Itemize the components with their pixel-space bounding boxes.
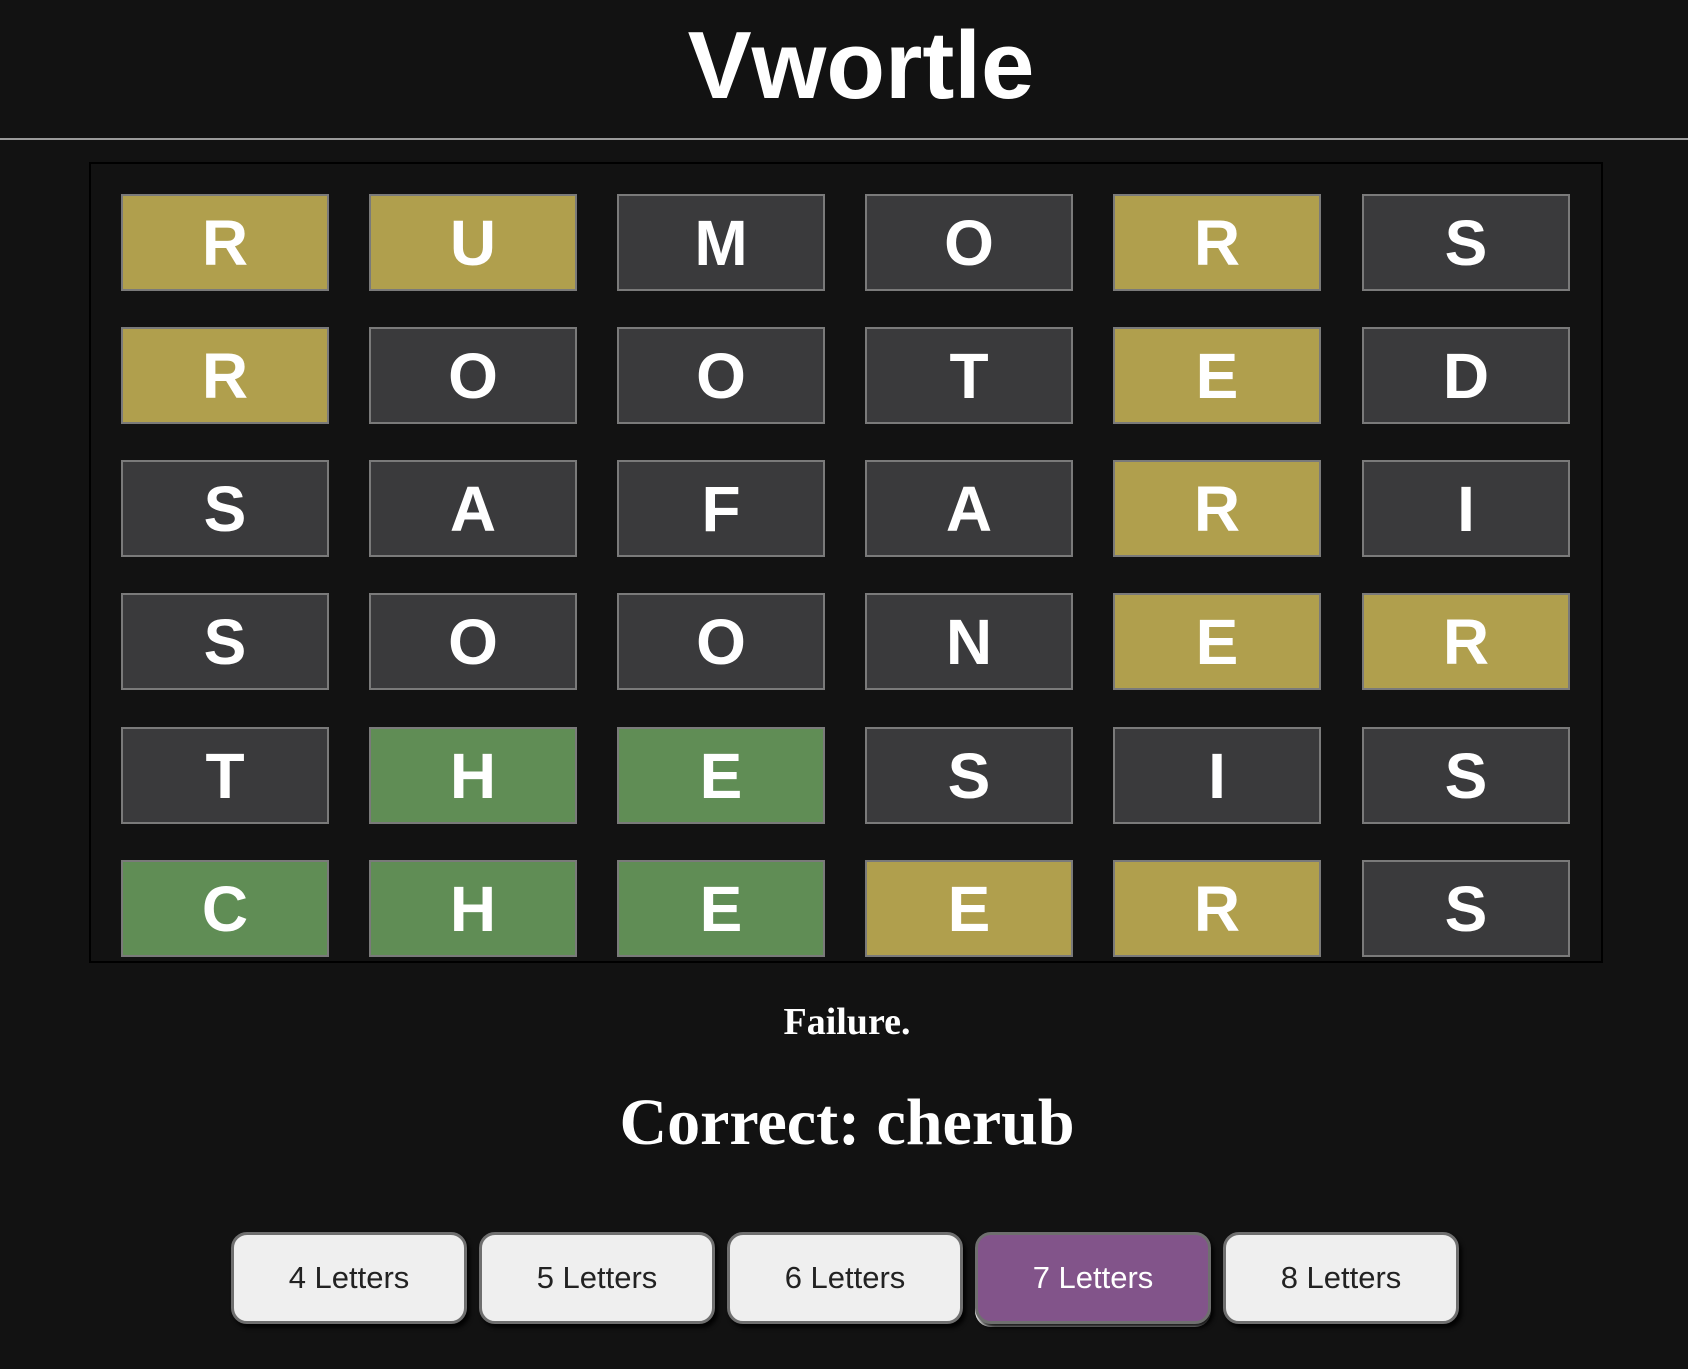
letter-tile: H [369,727,577,824]
letter-tile: O [865,194,1073,291]
correct-answer: Correct: cherub [619,1086,1075,1159]
letter-tile: I [1362,460,1570,557]
length-button-7[interactable]: 7 Letters [975,1232,1211,1324]
length-button-4[interactable]: 4 Letters [231,1232,467,1324]
letter-tile: H [369,860,577,957]
letter-tile: S [1362,194,1570,291]
letter-tile: E [1113,593,1321,690]
letter-tile: E [865,860,1073,957]
letter-tile: A [865,460,1073,557]
length-button-8[interactable]: 8 Letters [1223,1232,1459,1324]
letter-tile: R [1113,860,1321,957]
letter-tile: E [617,860,825,957]
letter-tile: E [1113,327,1321,424]
letter-tile: U [369,194,577,291]
letter-tile: R [121,327,329,424]
game-board: RUMORSROOTEDSAFARISOONERTHESISCHEERS [89,162,1603,963]
letter-tile: A [369,460,577,557]
letter-tile: R [121,194,329,291]
letter-tile: O [369,327,577,424]
letter-tile: S [121,460,329,557]
letter-tile: I [1113,727,1321,824]
letter-tile: R [1362,593,1570,690]
length-button-5[interactable]: 5 Letters [479,1232,715,1324]
result-message: Failure. [783,1001,911,1043]
letter-tile: S [1362,727,1570,824]
app-title: Vwortle [687,12,1035,119]
letter-tile: T [121,727,329,824]
letter-tile: S [865,727,1073,824]
letter-tile: F [617,460,825,557]
letter-tile: O [617,327,825,424]
letter-tile: T [865,327,1073,424]
letter-tile: N [865,593,1073,690]
letter-tile: D [1362,327,1570,424]
letter-tile: S [1362,860,1570,957]
letter-tile: R [1113,194,1321,291]
letter-tile: R [1113,460,1321,557]
letter-tile: E [617,727,825,824]
length-button-6[interactable]: 6 Letters [727,1232,963,1324]
letter-tile: O [617,593,825,690]
letter-tile: O [369,593,577,690]
letter-tile: S [121,593,329,690]
letter-tile: M [617,194,825,291]
header: Vwortle [0,0,1688,140]
letter-tile: C [121,860,329,957]
